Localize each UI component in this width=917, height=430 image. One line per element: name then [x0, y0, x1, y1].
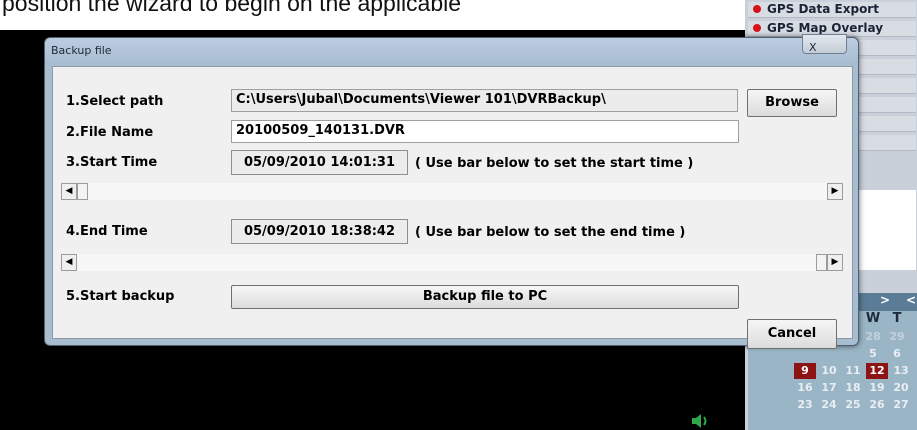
- red-dot-icon: [753, 5, 761, 13]
- file-name-label: 2.File Name: [66, 125, 154, 140]
- scroll-right-arrow-icon[interactable]: ▶: [827, 254, 843, 271]
- red-dot-icon: [753, 24, 761, 32]
- end-time-label: 4.End Time: [66, 224, 148, 239]
- calendar-day[interactable]: 17: [818, 380, 840, 396]
- backup-file-to-pc-button[interactable]: Backup file to PC: [231, 285, 739, 309]
- calendar-week-row: 23 24 25 26 27: [748, 397, 917, 414]
- calendar-day[interactable]: 29: [886, 329, 908, 345]
- start-time-hint: ( Use bar below to set the start time ): [415, 156, 694, 171]
- close-button[interactable]: X: [802, 34, 847, 54]
- weekday-header: W: [865, 311, 881, 326]
- start-time-scrollbar[interactable]: ◀ ▶: [61, 183, 843, 200]
- calendar-day[interactable]: 11: [842, 363, 864, 379]
- file-name-input[interactable]: 20100509_140131.DVR: [231, 120, 739, 143]
- calendar-day[interactable]: 24: [818, 397, 840, 413]
- calendar-day[interactable]: 27: [890, 397, 912, 413]
- cancel-button[interactable]: Cancel: [747, 319, 837, 349]
- start-backup-label: 5.Start backup: [66, 289, 175, 304]
- backup-file-dialog: Backup file X 1.Select path C:\Users\Jub…: [44, 34, 859, 349]
- start-time-display: 05/09/2010 14:01:31: [231, 150, 408, 175]
- end-time-display: 05/09/2010 18:38:42: [231, 219, 408, 244]
- right-panel-item-label: GPS Data Export: [767, 2, 879, 16]
- scroll-left-arrow-icon[interactable]: ◀: [61, 183, 77, 200]
- backup-path-field[interactable]: C:\Users\Jubal\Documents\Viewer 101\DVRB…: [231, 89, 738, 112]
- calendar-week-row: 9 10 11 12 13: [748, 363, 917, 380]
- end-time-scrollbar[interactable]: ◀ ▶: [61, 254, 843, 271]
- calendar-prev-button[interactable]: <: [906, 293, 916, 307]
- end-time-scroll-thumb[interactable]: [816, 254, 827, 271]
- calendar-day[interactable]: 16: [794, 380, 816, 396]
- scroll-left-arrow-icon[interactable]: ◀: [61, 254, 77, 271]
- close-icon: X: [809, 41, 817, 54]
- right-panel-menu-item[interactable]: GPS Data Export: [748, 2, 916, 18]
- calendar-day[interactable]: 26: [866, 397, 888, 413]
- calendar-day[interactable]: 28: [862, 329, 884, 345]
- calendar-day[interactable]: 5: [862, 346, 884, 362]
- calendar-day[interactable]: 20: [890, 380, 912, 396]
- weekday-header: T: [892, 311, 902, 326]
- end-time-hint: ( Use bar below to set the end time ): [415, 225, 686, 240]
- calendar-day[interactable]: 13: [890, 363, 912, 379]
- calendar-day[interactable]: 9: [794, 363, 816, 379]
- select-path-label: 1.Select path: [66, 94, 164, 109]
- dialog-title-bar[interactable]: Backup file X: [45, 34, 858, 64]
- calendar-day[interactable]: 12: [866, 363, 888, 379]
- dialog-client-area: 1.Select path C:\Users\Jubal\Documents\V…: [52, 66, 853, 349]
- top-caption-text: position the wizard to begin on the appl…: [2, 0, 462, 16]
- calendar-next-button[interactable]: >: [880, 293, 890, 307]
- scroll-right-arrow-icon[interactable]: ▶: [827, 183, 843, 200]
- browse-button[interactable]: Browse: [747, 89, 837, 117]
- top-caption-strip: position the wizard to begin on the appl…: [0, 0, 745, 30]
- calendar-day[interactable]: 25: [842, 397, 864, 413]
- calendar-day[interactable]: 23: [794, 397, 816, 413]
- dialog-title: Backup file: [51, 44, 112, 57]
- start-time-scroll-thumb[interactable]: [77, 183, 88, 200]
- calendar-day[interactable]: 10: [818, 363, 840, 379]
- speaker-icon[interactable]: [690, 412, 710, 430]
- calendar-day[interactable]: 6: [886, 346, 908, 362]
- calendar-day[interactable]: 19: [866, 380, 888, 396]
- start-time-label: 3.Start Time: [66, 155, 158, 170]
- calendar-week-row: 16 17 18 19 20: [748, 380, 917, 397]
- calendar-day[interactable]: 18: [842, 380, 864, 396]
- right-panel-item-label: GPS Map Overlay: [767, 21, 884, 35]
